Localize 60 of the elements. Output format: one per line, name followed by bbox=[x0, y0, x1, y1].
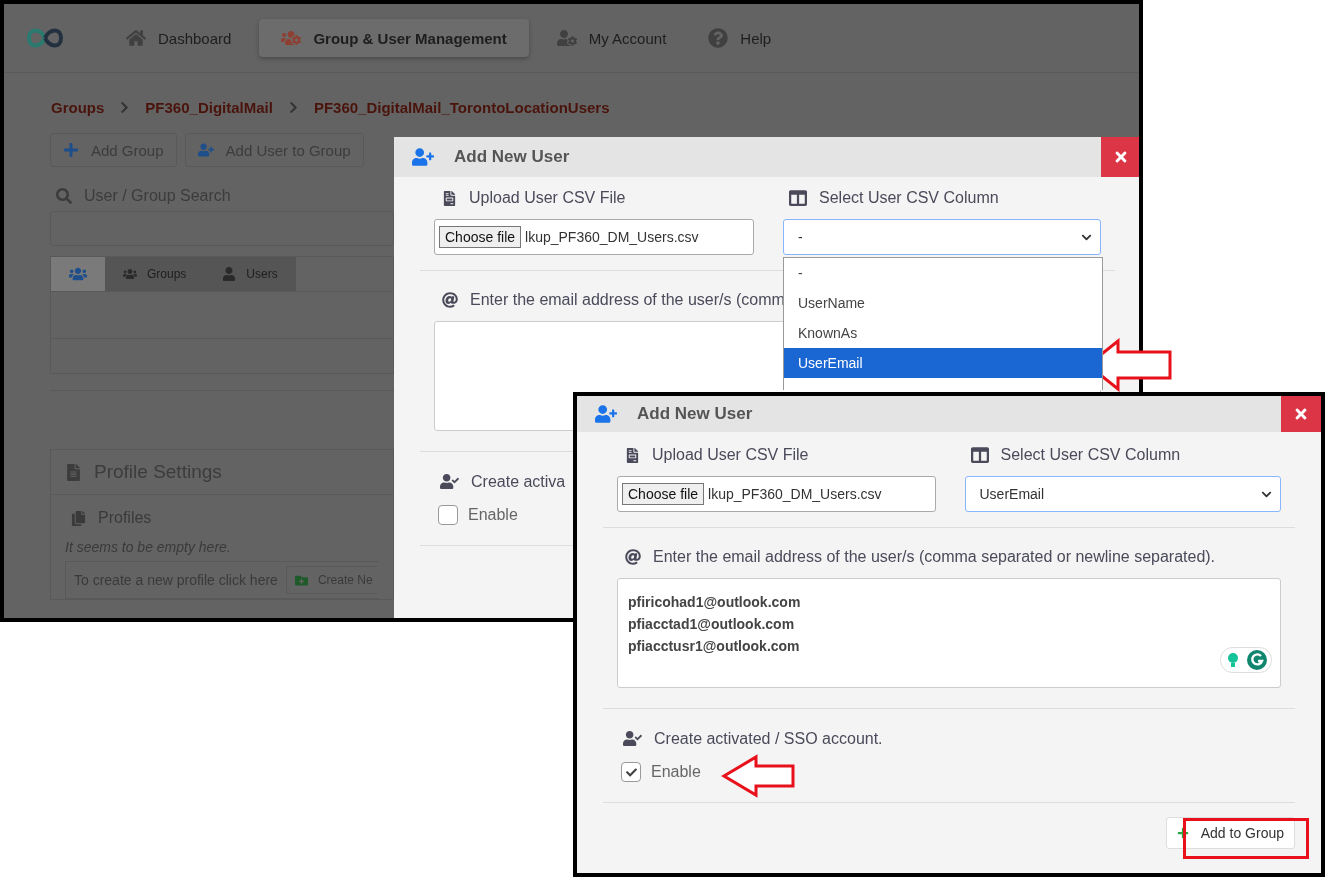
dropdown-option[interactable]: UserEmail bbox=[784, 348, 1102, 378]
field-label: Create activated / SSO account. bbox=[654, 729, 883, 748]
nav-tab[interactable]: My Account bbox=[542, 19, 681, 57]
checkbox-label: Enable bbox=[651, 763, 701, 781]
field-label: Upload User CSV File bbox=[652, 446, 809, 464]
column-select[interactable]: - bbox=[783, 219, 1101, 255]
plus-icon bbox=[1176, 827, 1189, 839]
plus-icon bbox=[63, 142, 79, 158]
add-user-icon bbox=[595, 403, 617, 425]
choose-file-button[interactable]: Choose file bbox=[439, 226, 522, 248]
columns-icon bbox=[789, 189, 807, 207]
writing-assistant-icon[interactable] bbox=[1220, 647, 1272, 673]
search-field[interactable] bbox=[50, 211, 394, 246]
add-user-icon bbox=[197, 142, 214, 158]
dialog-title: Add New User bbox=[454, 147, 570, 167]
user-check-icon bbox=[623, 729, 642, 748]
users-gear-icon bbox=[281, 28, 302, 48]
close-icon bbox=[1113, 149, 1129, 165]
document-icon bbox=[65, 463, 82, 481]
close-icon bbox=[1293, 406, 1309, 422]
file-name: lkup_PF360_DM_Users.csv bbox=[525, 229, 699, 245]
file-icon bbox=[625, 447, 640, 463]
close-button[interactable] bbox=[1281, 396, 1321, 432]
nav-tab[interactable]: Help bbox=[694, 19, 786, 57]
dialog-title: Add New User bbox=[637, 404, 753, 424]
file-input[interactable]: Choose file lkup_PF360_DM_Users.csv bbox=[434, 219, 754, 255]
at-icon bbox=[625, 549, 641, 565]
search-icon bbox=[56, 188, 72, 204]
field-label: Select User CSV Column bbox=[1000, 446, 1181, 464]
nav-tab[interactable]: Group & User Management bbox=[259, 19, 529, 57]
add-user-icon bbox=[412, 146, 434, 168]
field-label: Create activa bbox=[471, 472, 566, 491]
field-label: Select User CSV Column bbox=[819, 189, 999, 207]
nav-tab[interactable]: Dashboard bbox=[112, 19, 246, 57]
folder-plus-icon bbox=[294, 573, 308, 587]
enable-checkbox[interactable] bbox=[621, 762, 641, 782]
user-check-icon bbox=[440, 472, 459, 491]
help-icon bbox=[708, 28, 729, 48]
user-gear-icon bbox=[556, 28, 577, 48]
field-label: Upload User CSV File bbox=[469, 189, 626, 207]
checkbox-label: Enable bbox=[468, 506, 518, 524]
field-label: Enter the email address of the user/s (comma separated or newline separated). bbox=[653, 548, 1216, 566]
at-icon bbox=[442, 292, 458, 308]
columns-icon bbox=[970, 446, 989, 464]
enable-checkbox[interactable] bbox=[438, 505, 458, 525]
copy-icon bbox=[71, 510, 86, 526]
column-select[interactable]: UserEmail bbox=[964, 476, 1281, 512]
field-label: Enter the email address of the user/s (comm bbox=[470, 291, 785, 309]
users-icon bbox=[123, 267, 137, 281]
add-to-group-button[interactable]: Add to Group bbox=[1165, 817, 1295, 849]
file-name: lkup_PF360_DM_Users.csv bbox=[708, 486, 882, 502]
home-icon bbox=[126, 28, 146, 48]
close-button[interactable] bbox=[1101, 137, 1139, 177]
file-icon bbox=[442, 190, 457, 206]
users-icon bbox=[69, 265, 87, 283]
file-input[interactable]: Choose file lkup_PF360_DM_Users.csv bbox=[617, 476, 936, 512]
check-icon bbox=[625, 766, 637, 778]
email-field[interactable]: pfiricohad1@outlook.com pfiacctad1@outlook.com pfiacctusr1@outlook.com bbox=[617, 578, 1281, 688]
user-icon bbox=[222, 267, 237, 281]
choose-file-button[interactable]: Choose file bbox=[622, 483, 705, 505]
